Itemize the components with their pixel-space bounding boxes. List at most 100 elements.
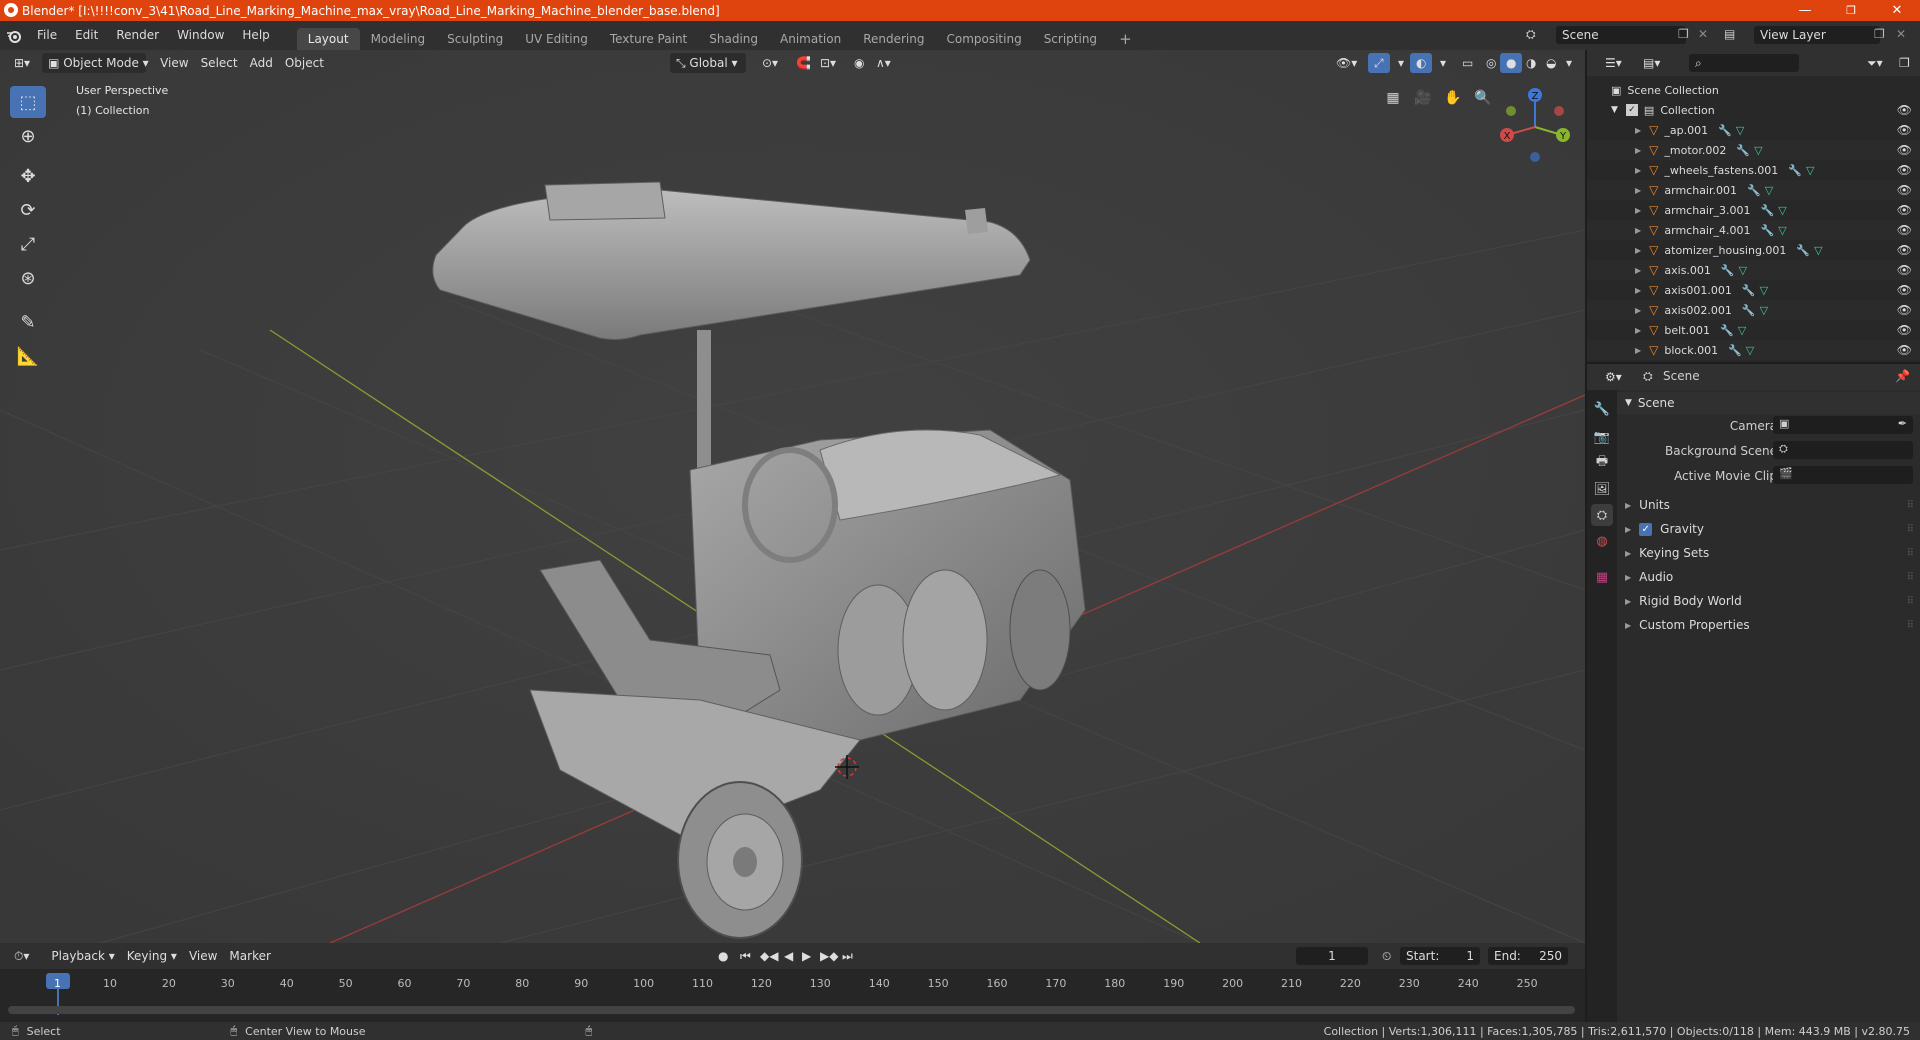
jump-end-icon[interactable]: ⏭ bbox=[836, 946, 859, 966]
visibility-eye-icon[interactable]: 👁 bbox=[1897, 243, 1912, 257]
modifier-wrench-icon[interactable]: 🔧 bbox=[1718, 124, 1732, 137]
subpanel-header[interactable]: ▶ ✓ Gravity ⠿ bbox=[1617, 518, 1920, 540]
mesh-data-icon[interactable]: ▽ bbox=[1778, 204, 1786, 217]
drag-handle-icon[interactable]: ⠿ bbox=[1907, 524, 1914, 535]
new-collection-icon[interactable]: ❐ bbox=[1893, 53, 1916, 73]
outliner-object-row[interactable]: ▶ ▽ block.001 🔧 ▽ 👁 bbox=[1587, 340, 1920, 360]
collection-checkbox[interactable]: ✓ bbox=[1625, 104, 1638, 116]
preview-range-icon[interactable]: ⏲ bbox=[1376, 946, 1397, 966]
gizmo-neg-z-icon[interactable] bbox=[1530, 152, 1540, 162]
property-field[interactable]: ▣ ✒ bbox=[1773, 416, 1913, 434]
expand-arrow-icon[interactable]: ▶ bbox=[1635, 286, 1641, 295]
subpanel-header[interactable]: ▶ Units ⠿ bbox=[1617, 494, 1920, 516]
delete-scene-icon[interactable]: ✕ bbox=[1698, 27, 1708, 41]
menu-help[interactable]: Help bbox=[233, 21, 278, 50]
timeline-scrollbar[interactable] bbox=[8, 1006, 1575, 1014]
mesh-data-icon[interactable]: ▽ bbox=[1760, 284, 1768, 297]
mesh-data-icon[interactable]: ▽ bbox=[1739, 264, 1747, 277]
new-scene-icon[interactable]: ❐ bbox=[1678, 27, 1689, 41]
outliner-object-row[interactable]: ▶ ▽ armchair.001 🔧 ▽ 👁 bbox=[1587, 180, 1920, 200]
subpanel-header[interactable]: ▶ Custom Properties ⠿ bbox=[1617, 614, 1920, 636]
subpanel-header[interactable]: ▶ Rigid Body World ⠿ bbox=[1617, 590, 1920, 612]
shading-options-icon[interactable]: ▾ bbox=[1560, 53, 1578, 73]
drag-handle-icon[interactable]: ⠿ bbox=[1907, 548, 1914, 559]
mesh-data-icon[interactable]: ▽ bbox=[1765, 184, 1773, 197]
mesh-data-icon[interactable]: ▽ bbox=[1736, 124, 1744, 137]
outliner-editor-type-icon[interactable]: ☰▾ bbox=[1599, 53, 1628, 73]
tab-sculpting[interactable]: Sculpting bbox=[436, 28, 514, 50]
gizmo-neg-y-icon[interactable] bbox=[1506, 106, 1516, 116]
visibility-eye-icon[interactable]: 👁 bbox=[1897, 183, 1912, 197]
display-mode-icon[interactable]: ▤▾ bbox=[1637, 53, 1666, 73]
expand-arrow-icon[interactable]: ▶ bbox=[1635, 166, 1641, 175]
snap-icon[interactable]: 🧲 bbox=[790, 53, 817, 73]
visibility-eye-icon[interactable]: 👁 bbox=[1897, 163, 1912, 177]
editor-type-icon[interactable]: ⊞▾ bbox=[8, 53, 36, 73]
menu-edit[interactable]: Edit bbox=[66, 21, 107, 50]
outliner-object-row[interactable]: ▶ ▽ axis.001 🔧 ▽ 👁 bbox=[1587, 260, 1920, 280]
expand-arrow-icon[interactable]: ▶ bbox=[1635, 126, 1641, 135]
tab-scripting[interactable]: Scripting bbox=[1033, 28, 1108, 50]
expand-arrow-icon[interactable]: ▶ bbox=[1625, 525, 1631, 534]
collection-visibility-eye-icon[interactable]: 👁 bbox=[1897, 103, 1912, 117]
falloff-icon[interactable]: ∧▾ bbox=[870, 53, 897, 73]
zoom-view-icon[interactable]: 🔍 bbox=[1470, 85, 1496, 111]
outliner-object-row[interactable]: ▶ ▽ atomizer_housing.001 🔧 ▽ 👁 bbox=[1587, 240, 1920, 260]
mesh-data-icon[interactable]: ▽ bbox=[1760, 304, 1768, 317]
restore-button[interactable]: ❐ bbox=[1828, 0, 1874, 21]
expand-arrow-icon[interactable]: ▶ bbox=[1635, 266, 1641, 275]
visibility-eye-icon[interactable]: 👁 bbox=[1897, 203, 1912, 217]
menu-playback[interactable]: Playback ▾ bbox=[45, 946, 120, 966]
menu-object[interactable]: Object bbox=[279, 53, 330, 73]
modifier-wrench-icon[interactable]: 🔧 bbox=[1721, 264, 1735, 277]
collection-expand-icon[interactable]: ▼ bbox=[1611, 105, 1618, 115]
tab-compositing[interactable]: Compositing bbox=[935, 28, 1032, 50]
modifier-wrench-icon[interactable]: 🔧 bbox=[1747, 184, 1761, 197]
menu-view[interactable]: View bbox=[154, 53, 194, 73]
menu-add[interactable]: Add bbox=[244, 53, 279, 73]
mesh-data-icon[interactable]: ▽ bbox=[1746, 344, 1754, 357]
tool-settings-tab-icon[interactable]: 🔧 bbox=[1591, 398, 1613, 420]
modifier-wrench-icon[interactable]: 🔧 bbox=[1728, 344, 1742, 357]
tab-texture-paint[interactable]: Texture Paint bbox=[599, 28, 698, 50]
visibility-eye-icon[interactable]: 👁 bbox=[1897, 283, 1912, 297]
mesh-data-icon[interactable]: ▽ bbox=[1814, 244, 1822, 257]
pivot-point-icon[interactable]: ⊙▾ bbox=[756, 53, 784, 73]
toggle-grid-icon[interactable]: ▦ bbox=[1380, 85, 1406, 111]
output-tab-icon[interactable]: 🖶 bbox=[1591, 452, 1613, 474]
expand-arrow-icon[interactable]: ▶ bbox=[1635, 306, 1641, 315]
outliner-scene-collection[interactable]: ▣ Scene Collection bbox=[1587, 80, 1920, 100]
tab-shading[interactable]: Shading bbox=[698, 28, 769, 50]
expand-arrow-icon[interactable]: ▶ bbox=[1635, 246, 1641, 255]
delete-view-layer-icon[interactable]: ✕ bbox=[1896, 27, 1906, 41]
visibility-eye-icon[interactable]: 👁 bbox=[1897, 303, 1912, 317]
view-layer-icon[interactable]: ▤ bbox=[1724, 27, 1735, 41]
outliner-search-input[interactable]: ⌕ bbox=[1689, 54, 1799, 72]
visibility-eye-icon[interactable]: 👁 bbox=[1897, 343, 1912, 357]
mesh-data-icon[interactable]: ▽ bbox=[1806, 164, 1814, 177]
outliner-object-row[interactable]: ▶ ▽ _motor.002 🔧 ▽ 👁 bbox=[1587, 140, 1920, 160]
expand-arrow-icon[interactable]: ▶ bbox=[1635, 346, 1641, 355]
tab-animation[interactable]: Animation bbox=[769, 28, 852, 50]
blender-menu-icon[interactable] bbox=[0, 21, 28, 50]
modifier-wrench-icon[interactable]: 🔧 bbox=[1742, 304, 1756, 317]
expand-arrow-icon[interactable]: ▶ bbox=[1635, 326, 1641, 335]
record-icon[interactable]: ● bbox=[712, 946, 734, 966]
gizmo-dropdown-icon[interactable]: ▾ bbox=[1392, 53, 1410, 73]
menu-marker[interactable]: Marker bbox=[223, 946, 276, 966]
tab-uv-editing[interactable]: UV Editing bbox=[514, 28, 599, 50]
drag-handle-icon[interactable]: ⠿ bbox=[1907, 620, 1914, 631]
expand-arrow-icon[interactable]: ▶ bbox=[1625, 573, 1631, 582]
outliner-object-row[interactable]: ▶ ▽ armchair_3.001 🔧 ▽ 👁 bbox=[1587, 200, 1920, 220]
tab-rendering[interactable]: Rendering bbox=[852, 28, 935, 50]
mesh-data-icon[interactable]: ▽ bbox=[1754, 144, 1762, 157]
scene-selector-icon[interactable]: ⛭ bbox=[1526, 27, 1536, 42]
view-layer-field[interactable]: View Layer bbox=[1754, 26, 1880, 44]
expand-arrow-icon[interactable]: ▶ bbox=[1625, 501, 1631, 510]
mesh-data-icon[interactable]: ▽ bbox=[1778, 224, 1786, 237]
overlays-dropdown-icon[interactable]: ▾ bbox=[1434, 53, 1452, 73]
scale-tool-icon[interactable]: ⤢ bbox=[10, 228, 46, 260]
scene-tab-icon[interactable]: ⛭ bbox=[1591, 504, 1613, 526]
rotate-tool-icon[interactable]: ⟳ bbox=[10, 194, 46, 226]
property-field[interactable]: ⛭ bbox=[1773, 441, 1913, 459]
